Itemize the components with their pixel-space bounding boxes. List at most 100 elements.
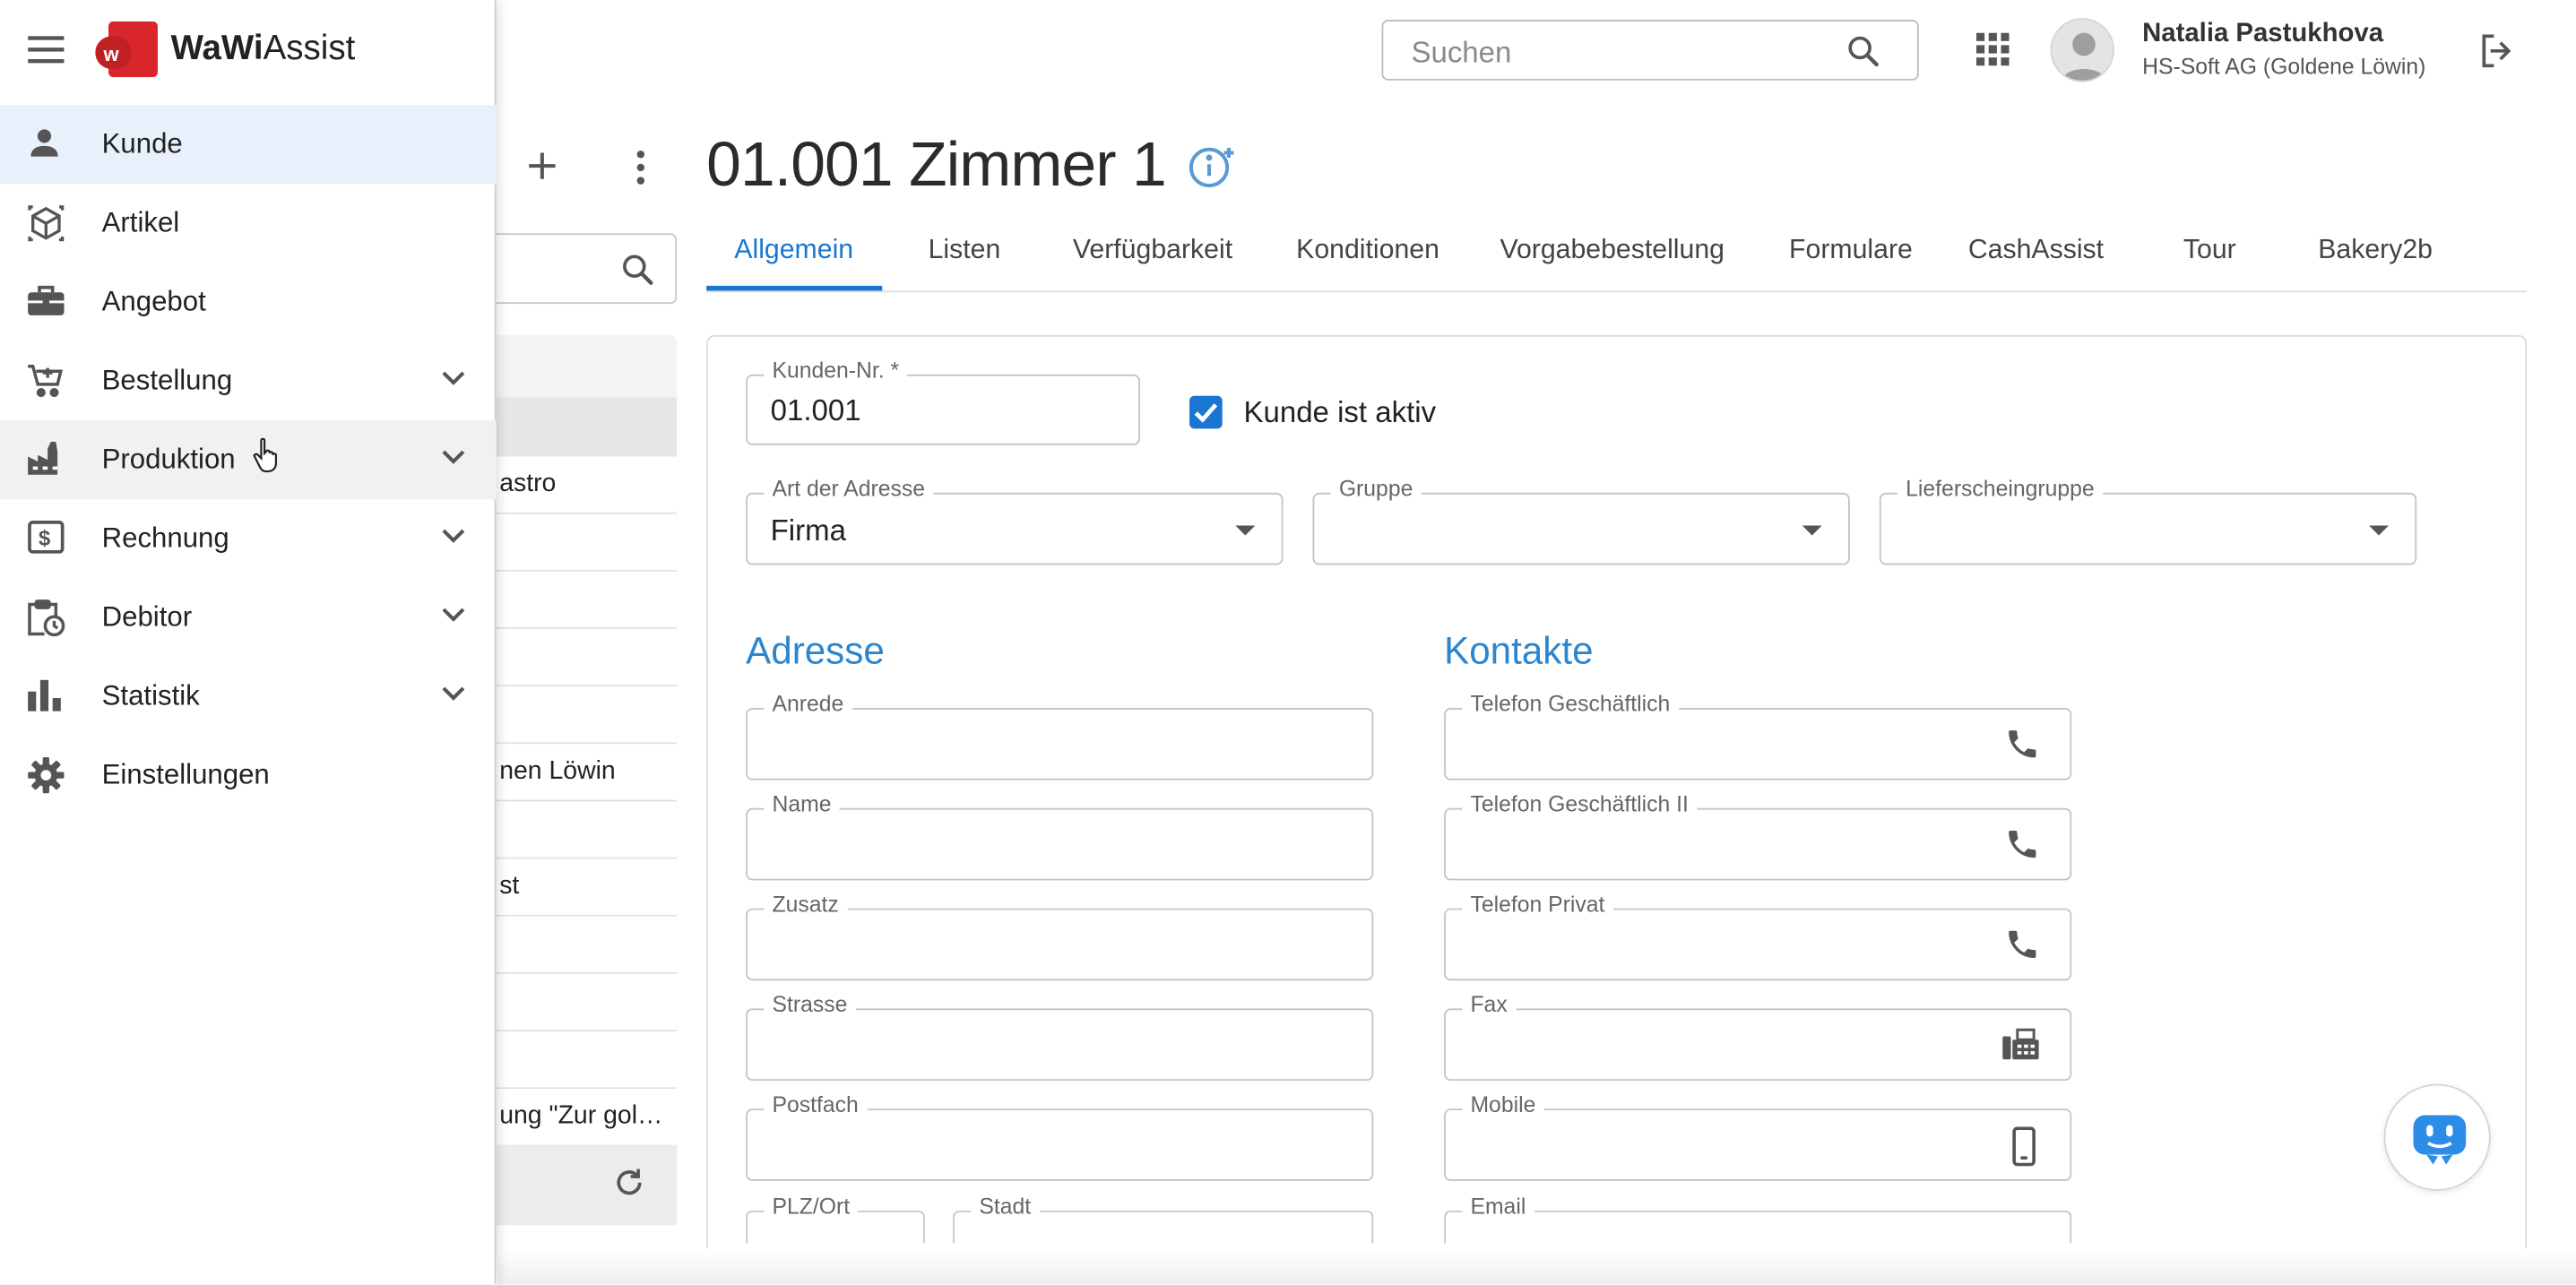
list-footer bbox=[476, 1144, 678, 1226]
clipboard-clock-icon bbox=[26, 598, 65, 637]
logout-icon[interactable] bbox=[2477, 31, 2517, 71]
kunde-aktiv-label: Kunde ist aktiv bbox=[1243, 395, 1437, 429]
tab-allgemein[interactable]: Allgemein bbox=[734, 235, 853, 266]
chatbot-button[interactable] bbox=[2383, 1083, 2491, 1191]
bar-chart-icon bbox=[26, 677, 62, 712]
chevron-down-icon[interactable] bbox=[440, 606, 466, 622]
anrede-field[interactable]: Anrede bbox=[746, 691, 1374, 780]
factory-icon bbox=[26, 440, 65, 476]
list-item[interactable] bbox=[476, 513, 678, 572]
apps-grid-icon[interactable] bbox=[1975, 32, 2010, 66]
nav-item-rechnung[interactable]: $ Rechnung bbox=[0, 499, 497, 578]
gruppe-select[interactable]: Gruppe bbox=[1312, 476, 1850, 565]
list-item[interactable] bbox=[476, 916, 678, 974]
list-item[interactable] bbox=[476, 571, 678, 630]
list-search-icon[interactable] bbox=[619, 251, 655, 287]
customer-list-header bbox=[476, 397, 678, 457]
fax-field[interactable]: Fax bbox=[1444, 992, 2072, 1082]
lieferscheingruppe-select[interactable]: Lieferscheingruppe bbox=[1879, 476, 2417, 565]
active-tab-indicator bbox=[706, 285, 883, 291]
tab-vorgabebestellung[interactable]: Vorgabebestellung bbox=[1500, 235, 1725, 266]
zusatz-field[interactable]: Zusatz bbox=[746, 892, 1374, 981]
list-item[interactable]: st bbox=[476, 858, 678, 917]
tab-bar: Allgemein Listen Verfügbarkeit Kondition… bbox=[706, 220, 2528, 293]
chevron-down-icon[interactable] bbox=[440, 369, 466, 385]
telefon-geschaeftlich-2-field[interactable]: Telefon Geschäftlich II bbox=[1444, 791, 2072, 881]
add-icon[interactable] bbox=[524, 148, 560, 184]
art-der-adresse-select[interactable]: Art der Adresse Firma bbox=[746, 476, 1284, 565]
tab-verfuegbarkeit[interactable]: Verfügbarkeit bbox=[1073, 235, 1232, 266]
nav-item-debitor[interactable]: Debitor bbox=[0, 578, 497, 657]
avatar[interactable] bbox=[2050, 18, 2114, 82]
strasse-field[interactable]: Strasse bbox=[746, 992, 1374, 1082]
app-logo: w bbox=[95, 21, 160, 78]
nav-item-bestellung[interactable]: Bestellung bbox=[0, 341, 497, 420]
search-icon[interactable] bbox=[1845, 33, 1880, 69]
tab-listen[interactable]: Listen bbox=[929, 235, 1001, 266]
list-search-input[interactable] bbox=[476, 233, 678, 305]
email-field[interactable]: Email bbox=[1444, 1194, 2072, 1244]
svg-text:w: w bbox=[102, 43, 119, 65]
nav-item-angebot[interactable]: Angebot bbox=[0, 263, 497, 341]
hand-cursor-icon bbox=[253, 437, 282, 473]
chevron-down-icon bbox=[1235, 525, 1256, 536]
postfach-field[interactable]: Postfach bbox=[746, 1091, 1374, 1181]
chevron-down-icon[interactable] bbox=[440, 527, 466, 543]
plz-field[interactable]: PLZ/Ort bbox=[746, 1194, 925, 1244]
phone-icon[interactable] bbox=[2004, 927, 2040, 962]
tab-bakery2b[interactable]: Bakery2b bbox=[2318, 235, 2433, 266]
list-item[interactable] bbox=[476, 1031, 678, 1090]
page-title: 01.001 Zimmer 1 bbox=[706, 131, 1167, 201]
gear-icon bbox=[26, 755, 65, 795]
name-field[interactable]: Name bbox=[746, 791, 1374, 881]
tab-tour[interactable]: Tour bbox=[2183, 235, 2236, 266]
invoice-icon: $ bbox=[26, 519, 65, 555]
mobile-icon[interactable] bbox=[2010, 1126, 2036, 1167]
bot-face-icon bbox=[2413, 1115, 2467, 1165]
chevron-down-icon bbox=[1802, 525, 1822, 536]
nav-item-produktion[interactable]: Produktion bbox=[0, 420, 497, 500]
kunde-aktiv-checkbox[interactable] bbox=[1189, 395, 1223, 429]
list-item[interactable]: nen Löwin bbox=[476, 744, 678, 802]
more-vert-icon[interactable] bbox=[634, 150, 647, 185]
chevron-down-icon bbox=[2369, 525, 2390, 536]
tab-formulare[interactable]: Formulare bbox=[1789, 235, 1913, 266]
nav-drawer: w WaWiAssist Kunde Artikel Angebot Beste… bbox=[0, 0, 497, 1285]
chevron-down-icon[interactable] bbox=[440, 448, 466, 464]
list-item[interactable] bbox=[476, 629, 678, 687]
telefon-privat-field[interactable]: Telefon Privat bbox=[1444, 892, 2072, 981]
search-placeholder: Suchen bbox=[1411, 36, 1512, 69]
nav-item-einstellungen[interactable]: Einstellungen bbox=[0, 736, 497, 815]
chevron-down-icon[interactable] bbox=[440, 685, 466, 701]
phone-icon[interactable] bbox=[2004, 726, 2040, 762]
app-title: WaWiAssist bbox=[170, 29, 356, 68]
fax-icon[interactable] bbox=[2001, 1027, 2040, 1063]
info-add-icon[interactable] bbox=[1188, 144, 1237, 190]
briefcase-icon bbox=[26, 282, 65, 318]
menu-icon[interactable] bbox=[28, 34, 65, 64]
global-search-input[interactable]: Suchen bbox=[1381, 19, 1919, 81]
list-item[interactable] bbox=[476, 801, 678, 859]
telefon-geschaeftlich-field[interactable]: Telefon Geschäftlich bbox=[1444, 691, 2072, 780]
list-item[interactable] bbox=[476, 686, 678, 745]
adresse-section-title: Adresse bbox=[746, 629, 885, 672]
nav-item-artikel[interactable]: Artikel bbox=[0, 184, 497, 263]
phone-icon[interactable] bbox=[2004, 826, 2040, 862]
refresh-icon[interactable] bbox=[611, 1165, 647, 1201]
person-icon bbox=[26, 125, 62, 160]
tab-cashassist[interactable]: CashAssist bbox=[1968, 235, 2104, 266]
kunden-nr-field[interactable]: Kunden-Nr. * 01.001 bbox=[746, 358, 1141, 445]
list-item[interactable]: ung "Zur gol… bbox=[476, 1089, 678, 1147]
tab-konditionen[interactable]: Konditionen bbox=[1296, 235, 1439, 266]
stadt-field[interactable]: Stadt bbox=[953, 1194, 1374, 1244]
svg-text:$: $ bbox=[39, 527, 50, 551]
cart-icon bbox=[26, 361, 65, 401]
mobile-field[interactable]: Mobile bbox=[1444, 1091, 2072, 1181]
user-company: HS-Soft AG (Goldene Löwin) bbox=[2142, 54, 2426, 79]
box-icon bbox=[26, 203, 65, 243]
nav-item-kunde[interactable]: Kunde bbox=[0, 105, 497, 185]
nav-item-statistik[interactable]: Statistik bbox=[0, 657, 497, 736]
user-name: Natalia Pastukhova bbox=[2142, 19, 2384, 48]
list-item[interactable]: astro bbox=[476, 456, 678, 514]
list-item[interactable] bbox=[476, 973, 678, 1032]
